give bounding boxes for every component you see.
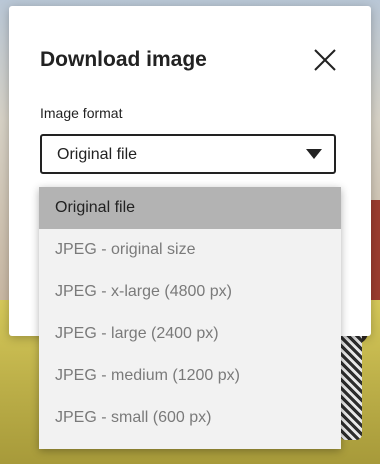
image-format-select[interactable]: Original file bbox=[40, 134, 336, 174]
close-button[interactable] bbox=[312, 47, 338, 73]
background-person bbox=[340, 330, 362, 440]
menu-option-jpeg-original-size[interactable]: JPEG - original size bbox=[39, 229, 341, 271]
image-format-label: Image format bbox=[40, 105, 123, 121]
menu-option-jpeg-medium[interactable]: JPEG - medium (1200 px) bbox=[39, 355, 341, 397]
close-icon bbox=[314, 49, 336, 71]
menu-option-jpeg-large[interactable]: JPEG - large (2400 px) bbox=[39, 313, 341, 355]
select-value: Original file bbox=[57, 146, 138, 163]
format-dropdown-menu: Original file JPEG - original size JPEG … bbox=[39, 187, 341, 449]
menu-option-jpeg-small[interactable]: JPEG - small (600 px) bbox=[39, 397, 341, 439]
dialog-title: Download image bbox=[40, 48, 207, 71]
caret-down-icon bbox=[306, 149, 322, 159]
menu-option-original-file[interactable]: Original file bbox=[39, 187, 341, 229]
menu-option-jpeg-x-large[interactable]: JPEG - x-large (4800 px) bbox=[39, 271, 341, 313]
